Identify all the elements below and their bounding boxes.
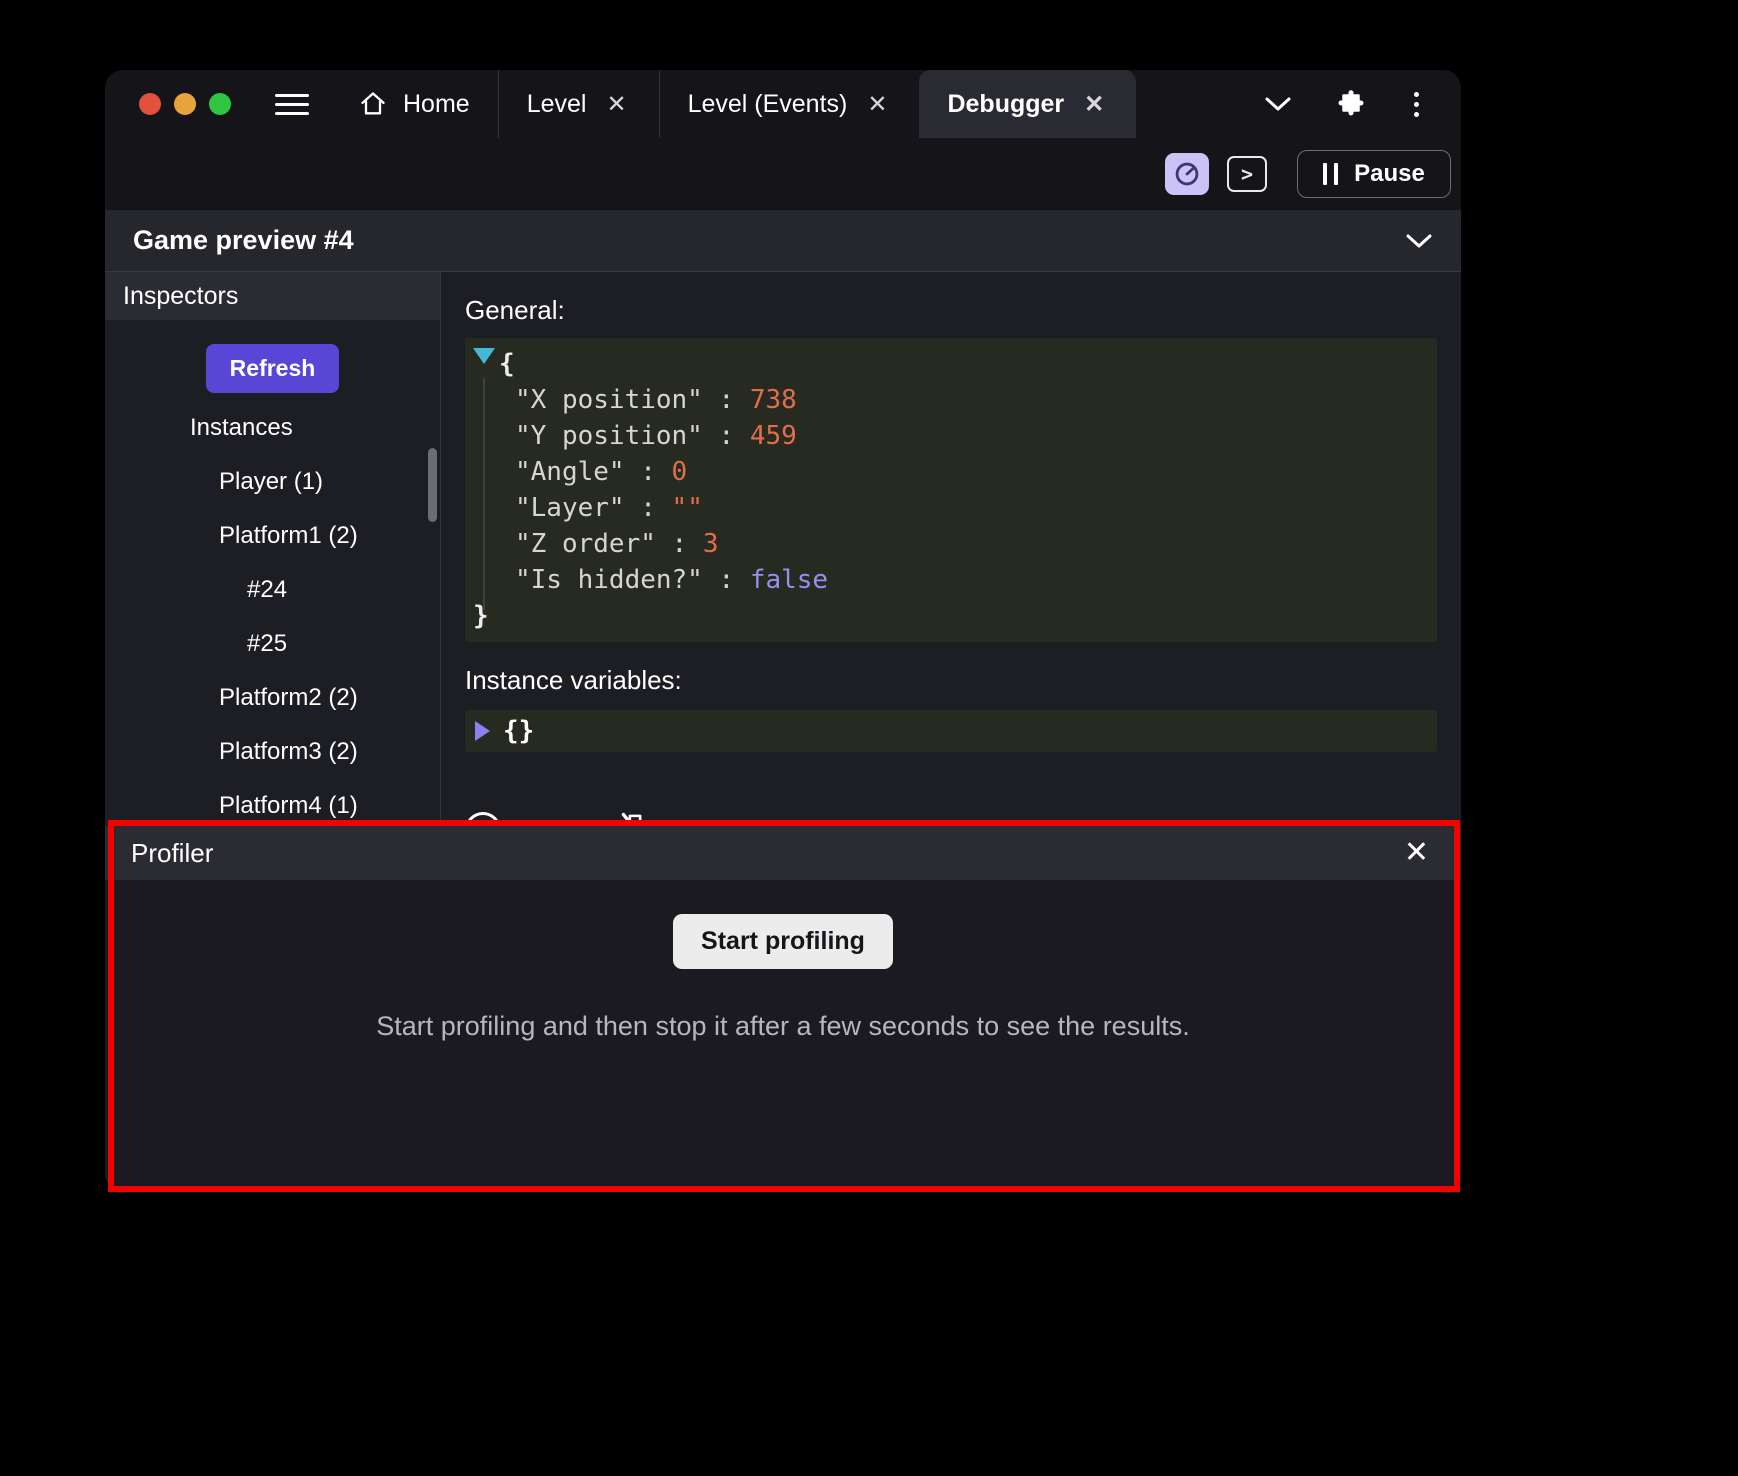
minimize-window-button[interactable] <box>174 93 196 115</box>
maximize-window-button[interactable] <box>209 93 231 115</box>
json-key: "Is hidden?" <box>515 565 703 595</box>
json-property-row: "Layer" : "" <box>465 490 1425 526</box>
tree-item-instances[interactable]: Instances <box>105 401 440 455</box>
json-property-row: "Is hidden?" : false <box>465 562 1425 598</box>
general-json-view: { "X position" : 738 "Y position" : 459 … <box>465 338 1437 642</box>
tree-item-platform2[interactable]: Platform2 (2) <box>105 671 440 725</box>
json-value: 3 <box>702 529 719 559</box>
traffic-lights <box>105 70 231 138</box>
tree-item-platform1[interactable]: Platform1 (2) <box>105 509 440 563</box>
tab-label: Level <box>526 89 587 118</box>
instance-variables-label: Instance variables: <box>465 665 682 695</box>
profiler-panel: Profiler ✕ Start profiling Start profili… <box>105 826 1461 1192</box>
json-value: 459 <box>749 421 797 451</box>
close-icon[interactable]: ✕ <box>1398 836 1435 870</box>
home-icon <box>361 92 385 115</box>
open-brace: { <box>499 349 515 379</box>
json-property-row: "Angle" : 0 <box>465 454 1425 490</box>
tab-label: Debugger <box>947 89 1065 118</box>
instance-variables-value: {} <box>503 716 535 746</box>
titlebar: Home Level ✕ Level (Events) ✕ Debugger ✕ <box>105 70 1461 138</box>
help-row: ? Help <box>465 812 1437 826</box>
titlebar-actions <box>1264 70 1461 138</box>
refresh-button[interactable]: Refresh <box>205 344 340 393</box>
close-window-button[interactable] <box>139 93 161 115</box>
profiler-title: Profiler <box>131 837 214 868</box>
game-preview-dropdown[interactable]: Game preview #4 <box>105 210 1461 272</box>
json-close-brace: } <box>465 598 1425 634</box>
chevron-down-icon[interactable] <box>1405 233 1433 249</box>
tab-label: Home <box>403 89 470 118</box>
hamburger-menu-icon[interactable] <box>275 93 309 115</box>
tab-level[interactable]: Level ✕ <box>497 70 659 138</box>
json-value: false <box>749 565 829 595</box>
json-key: "Z order" <box>515 529 656 559</box>
pause-label: Pause <box>1354 160 1425 187</box>
tree-item-platform4[interactable]: Platform4 (1) <box>105 779 440 826</box>
kebab-menu-icon[interactable] <box>1410 88 1423 121</box>
pause-button[interactable]: Pause <box>1297 150 1451 198</box>
close-tab-icon[interactable]: ✕ <box>602 88 630 121</box>
inspector-detail-panel: General: { "X position" : 738 "Y positio… <box>441 272 1461 826</box>
tab-label: Level (Events) <box>687 89 848 118</box>
tab-debugger[interactable]: Debugger ✕ <box>919 70 1137 138</box>
tab-level-events[interactable]: Level (Events) ✕ <box>658 70 920 138</box>
tree-item-player[interactable]: Player (1) <box>105 455 440 509</box>
close-tab-icon[interactable]: ✕ <box>863 88 891 121</box>
extensions-puzzle-icon[interactable] <box>1336 89 1366 119</box>
scrollbar[interactable] <box>428 448 437 522</box>
profiler-header: Profiler ✕ <box>105 826 1461 880</box>
console-icon[interactable]: > <box>1227 156 1267 192</box>
help-button[interactable]: ? Help <box>465 812 573 826</box>
instance-variables-view: {} <box>465 710 1437 752</box>
console-glyph: > <box>1240 162 1254 186</box>
app-window: Home Level ✕ Level (Events) ✕ Debugger ✕ <box>105 70 1461 1192</box>
start-profiling-button[interactable]: Start profiling <box>673 914 893 969</box>
general-section-label: General: <box>465 295 565 325</box>
debugger-main: Inspectors Refresh Instances Player (1) … <box>105 272 1461 826</box>
chevron-down-icon[interactable] <box>1264 96 1292 112</box>
profiler-body: Start profiling Start profiling and then… <box>105 880 1461 1192</box>
tree-item-platform3[interactable]: Platform3 (2) <box>105 725 440 779</box>
json-value: 0 <box>671 457 688 487</box>
json-key: "Y position" <box>515 421 703 451</box>
debugger-toolbar: > Pause <box>105 138 1461 210</box>
game-preview-title: Game preview #4 <box>133 225 354 255</box>
close-brace: } <box>473 601 489 631</box>
close-tab-icon[interactable]: ✕ <box>1080 88 1108 121</box>
inspectors-panel: Inspectors Refresh Instances Player (1) … <box>105 272 441 826</box>
tab-home[interactable]: Home <box>331 70 498 138</box>
json-open-brace: { <box>465 346 1425 382</box>
tree-item-instance-25[interactable]: #25 <box>105 617 440 671</box>
tree-item-instance-24[interactable]: #24 <box>105 563 440 617</box>
json-value: "" <box>671 493 703 523</box>
json-value: 738 <box>749 385 797 415</box>
json-property-row: "X position" : 738 <box>465 382 1425 418</box>
inspectors-header: Inspectors <box>105 272 440 320</box>
profiler-hint-text: Start profiling and then stop it after a… <box>376 1011 1190 1041</box>
help-label: Help <box>517 815 573 827</box>
json-property-row: "Z order" : 3 <box>465 526 1425 562</box>
gauge-icon[interactable] <box>1165 153 1209 195</box>
json-key: "Angle" <box>515 457 625 487</box>
json-key: "Layer" <box>515 493 625 523</box>
expander-right-icon[interactable] <box>475 721 490 741</box>
json-property-row: "Y position" : 459 <box>465 418 1425 454</box>
pin-off-icon[interactable] <box>619 812 651 826</box>
tree-guide-line <box>483 378 485 610</box>
pause-icon <box>1323 163 1339 185</box>
tab-bar: Home Level ✕ Level (Events) ✕ Debugger ✕ <box>331 70 1137 138</box>
help-icon: ? <box>465 812 501 826</box>
json-key: "X position" <box>515 385 703 415</box>
